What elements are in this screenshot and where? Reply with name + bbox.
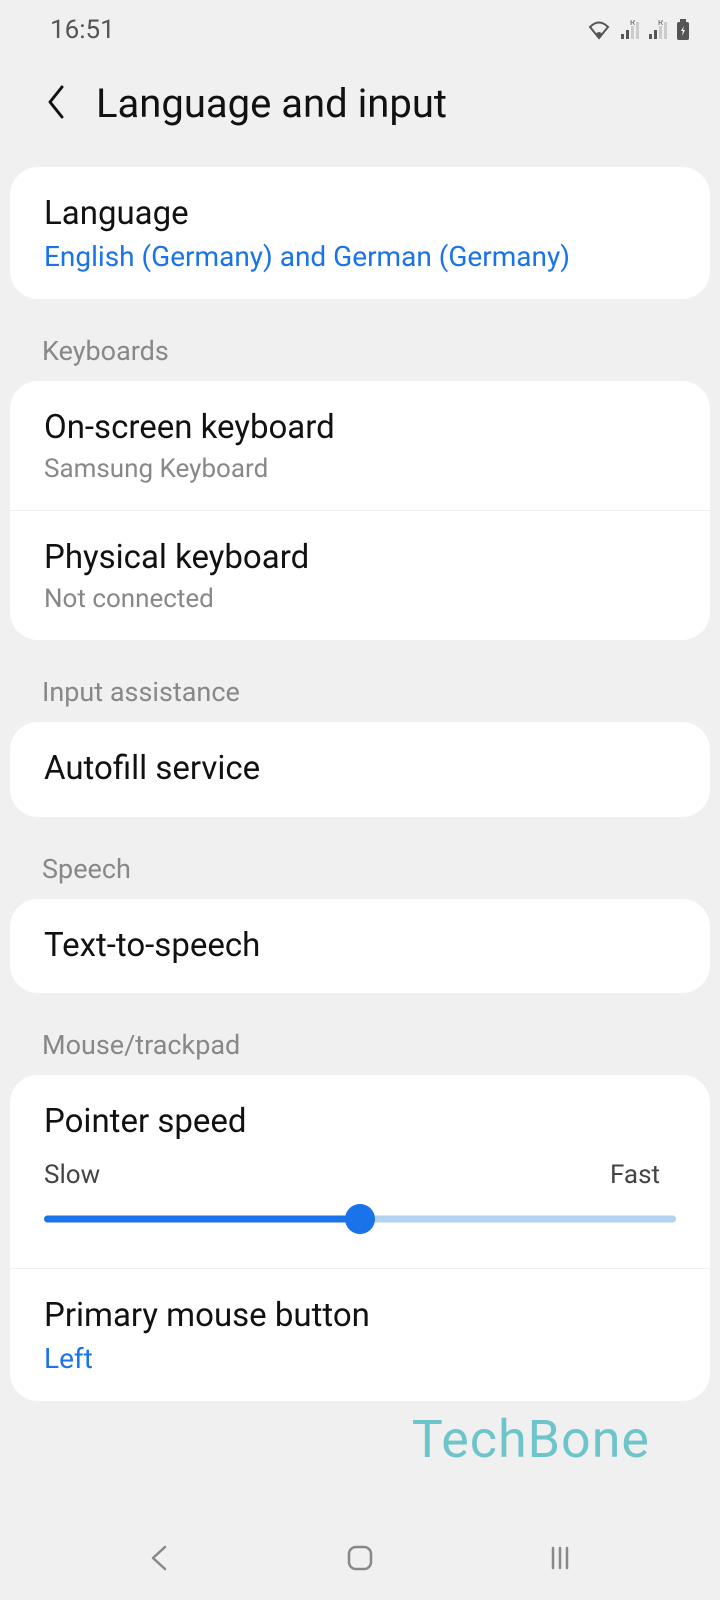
signal-icon-1: R [620,20,640,40]
nav-back-icon [145,1543,175,1573]
section-mouse: Mouse/trackpad [0,1007,720,1075]
tts-title: Text-to-speech [44,925,676,968]
section-speech: Speech [0,831,720,899]
battery-icon [676,19,690,41]
svg-text:R: R [630,20,635,27]
primary-mouse-value: Left [44,1342,676,1375]
onscreen-keyboard-title: On-screen keyboard [44,407,676,450]
autofill-row[interactable]: Autofill service [10,722,710,817]
status-icons: R R [586,19,690,41]
mouse-card: Pointer speed Slow Fast Primary mouse bu… [10,1075,710,1401]
navigation-bar [0,1520,720,1600]
signal-icon-2: R [648,20,668,40]
nav-recents-button[interactable] [545,1543,575,1577]
back-button[interactable] [44,83,68,125]
physical-keyboard-title: Physical keyboard [44,537,676,580]
language-row[interactable]: Language English (Germany) and German (G… [10,167,710,299]
status-bar: 16:51 R R [0,0,720,56]
primary-mouse-title: Primary mouse button [44,1295,676,1338]
slider-empty [360,1216,676,1223]
nav-home-icon [345,1543,375,1573]
pointer-speed-title: Pointer speed [44,1101,676,1144]
chevron-left-icon [44,83,68,121]
primary-mouse-row[interactable]: Primary mouse button Left [10,1268,710,1401]
physical-keyboard-row[interactable]: Physical keyboard Not connected [10,510,710,640]
slider-thumb[interactable] [345,1204,375,1234]
language-title: Language [44,193,676,236]
slider-fill [44,1216,360,1223]
autofill-title: Autofill service [44,748,676,791]
section-keyboards: Keyboards [0,313,720,381]
svg-text:R: R [658,20,663,27]
input-assistance-card: Autofill service [10,722,710,817]
watermark: TechBone [412,1409,650,1470]
pointer-speed-row: Pointer speed Slow Fast [10,1075,710,1268]
page-title: Language and input [96,80,447,127]
onscreen-keyboard-value: Samsung Keyboard [44,454,676,484]
page-header: Language and input [0,56,720,167]
speech-card: Text-to-speech [10,899,710,994]
section-input-assistance: Input assistance [0,654,720,722]
physical-keyboard-value: Not connected [44,584,676,614]
language-card: Language English (Germany) and German (G… [10,167,710,299]
slider-labels: Slow Fast [44,1160,676,1190]
pointer-speed-slider[interactable] [44,1204,676,1234]
status-time: 16:51 [50,15,115,45]
nav-recents-icon [545,1543,575,1573]
slider-fast-label: Fast [610,1160,676,1190]
wifi-icon [586,20,612,40]
language-value: English (Germany) and German (Germany) [44,240,676,273]
tts-row[interactable]: Text-to-speech [10,899,710,994]
keyboards-card: On-screen keyboard Samsung Keyboard Phys… [10,381,710,640]
slider-slow-label: Slow [44,1160,100,1190]
nav-back-button[interactable] [145,1543,175,1577]
onscreen-keyboard-row[interactable]: On-screen keyboard Samsung Keyboard [10,381,710,510]
nav-home-button[interactable] [345,1543,375,1577]
